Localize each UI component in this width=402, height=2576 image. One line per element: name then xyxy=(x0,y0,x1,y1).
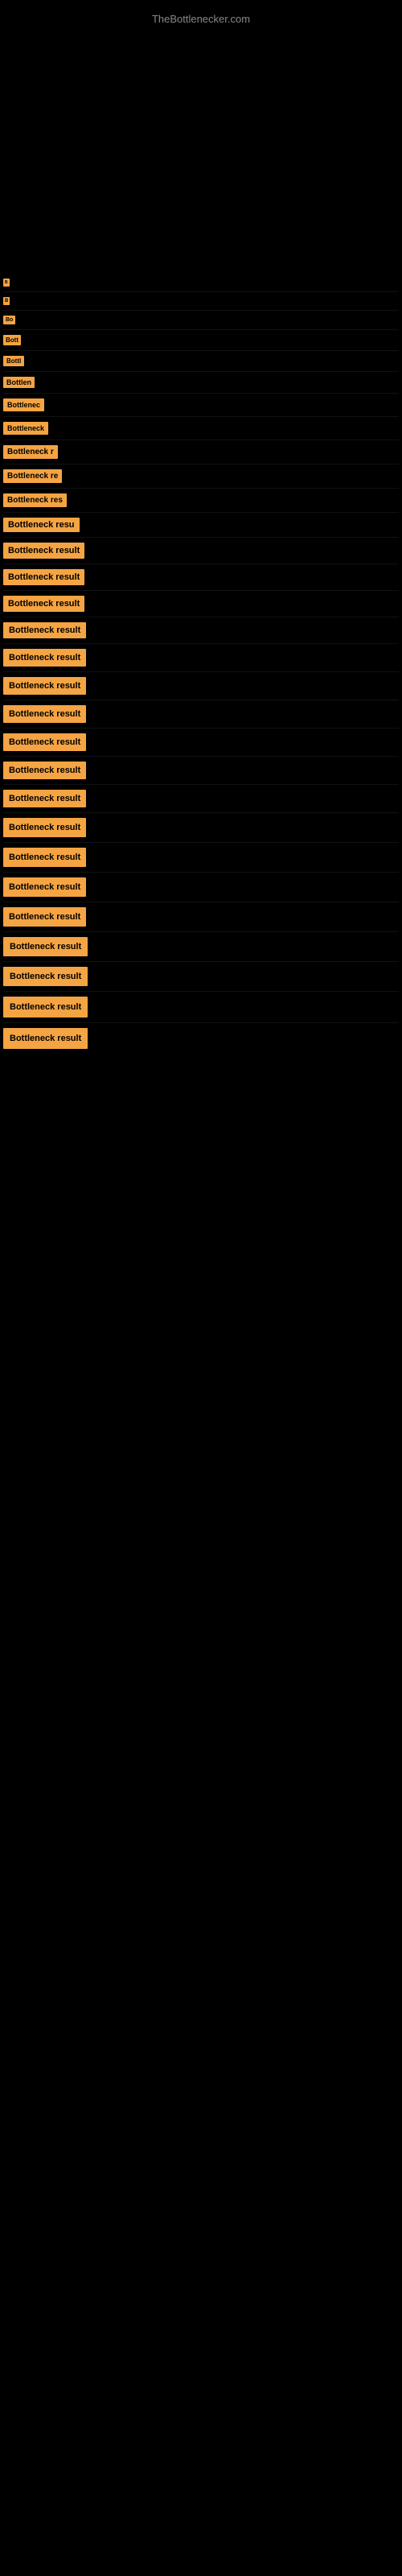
bar-label: Bottleneck result xyxy=(3,1028,88,1049)
bar-label: Bottleneck result xyxy=(3,596,84,612)
bar-row: Bottleneck result xyxy=(0,902,402,931)
site-title: TheBottlenecker.com xyxy=(152,13,250,25)
bar-label: Bottleneck result xyxy=(3,649,86,667)
bar-row: Bottleneck result xyxy=(0,591,402,617)
bar-label: Bottl xyxy=(3,356,24,366)
bar-row: Bottleneck result xyxy=(0,992,402,1022)
bar-label: Bottleneck result xyxy=(3,877,86,897)
bar-row: Bottleneck result xyxy=(0,962,402,991)
bar-label: Bottleneck result xyxy=(3,997,88,1018)
bar-row: Bottleneck r xyxy=(0,440,402,464)
bar-label: Bottleneck result xyxy=(3,848,86,867)
bar-label: Bottleneck result xyxy=(3,622,86,638)
bar-row: Bottleneck result xyxy=(0,700,402,728)
bar-row: Bottlenec xyxy=(0,394,402,416)
bar-label: Bo xyxy=(3,316,15,324)
bar-row: Bottleneck xyxy=(0,417,402,440)
bar-label: Bott xyxy=(3,335,21,345)
bar-label: B xyxy=(3,279,10,287)
bar-row: Bottleneck result xyxy=(0,757,402,784)
bar-row: Bo xyxy=(0,311,402,329)
bar-label: Bottleneck result xyxy=(3,907,86,927)
bar-label: Bottlenec xyxy=(3,398,44,411)
bar-row: Bottleneck result xyxy=(0,538,402,564)
bar-label: Bottleneck resu xyxy=(3,518,80,532)
bar-label: Bottleneck result xyxy=(3,818,86,837)
bar-label: Bottleneck result xyxy=(3,762,86,779)
bar-row: Bottleneck result xyxy=(0,564,402,590)
bar-label: Bottleneck result xyxy=(3,733,86,751)
bar-row: Bott xyxy=(0,330,402,350)
bar-label: Bottleneck r xyxy=(3,445,58,459)
bar-row: B xyxy=(0,292,402,310)
bar-label: Bottleneck res xyxy=(3,493,67,507)
bar-label: Bottleneck result xyxy=(3,677,86,695)
bar-row: Bottl xyxy=(0,351,402,371)
bar-label: Bottleneck result xyxy=(3,569,84,585)
bar-label: Bottleneck result xyxy=(3,967,88,986)
bar-row: Bottleneck resu xyxy=(0,513,402,537)
bar-row: Bottleneck result xyxy=(0,672,402,700)
bars-container: B B Bo Bott Bottl Bottlen Bottlenec Bottleneck B… xyxy=(0,274,402,1054)
bar-row: Bottleneck result xyxy=(0,873,402,902)
bar-row: Bottleneck result xyxy=(0,813,402,842)
chart-background xyxy=(0,0,402,250)
bar-label: Bottleneck re xyxy=(3,469,62,483)
bar-row: Bottleneck re xyxy=(0,464,402,488)
bar-label: Bottleneck result xyxy=(3,543,84,559)
bar-label: Bottleneck result xyxy=(3,937,88,956)
bar-row: Bottleneck result xyxy=(0,644,402,671)
bar-label: Bottleneck xyxy=(3,422,48,435)
bar-label: Bottlen xyxy=(3,377,35,388)
bar-row: Bottleneck result xyxy=(0,932,402,961)
bar-row: B xyxy=(0,274,402,291)
bar-row: Bottleneck result xyxy=(0,1023,402,1054)
bar-row: Bottleneck result xyxy=(0,785,402,812)
bar-label: Bottleneck result xyxy=(3,705,86,723)
bar-row: Bottleneck result xyxy=(0,843,402,872)
bar-label: B xyxy=(3,297,10,305)
bar-row: Bottleneck res xyxy=(0,489,402,512)
bar-label: Bottleneck result xyxy=(3,790,86,807)
bar-row: Bottleneck result xyxy=(0,617,402,643)
bar-row: Bottleneck result xyxy=(0,729,402,756)
bar-row: Bottlen xyxy=(0,372,402,393)
